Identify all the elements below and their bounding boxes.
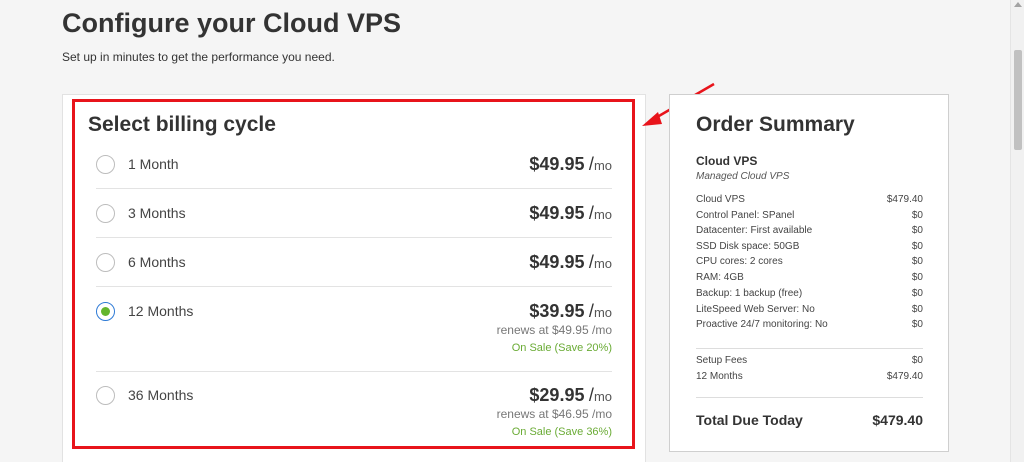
page-scrollbar[interactable]: [1010, 0, 1024, 462]
summary-row-label: CPU cores: 2 cores: [696, 256, 783, 267]
billing-option-36-months[interactable]: 36 Months $29.95 /mo renews at $46.95 /m…: [96, 385, 612, 441]
price-amount: $49.95: [529, 252, 585, 272]
summary-row-label: Cloud VPS: [696, 194, 745, 205]
summary-row-label: Control Panel: SPanel: [696, 210, 795, 221]
option-price: $39.95 /mo: [529, 301, 612, 322]
sale-badge: On Sale (Save 36%): [511, 426, 612, 438]
scroll-up-icon[interactable]: [1014, 2, 1022, 7]
option-price: $49.95 /mo: [529, 203, 612, 224]
billing-title: Select billing cycle: [88, 113, 276, 136]
option-divider: [96, 237, 612, 238]
summary-row-value: $479.40: [886, 194, 923, 205]
summary-divider: [696, 397, 923, 398]
total-due-label: Total Due Today: [696, 412, 803, 428]
option-price: $49.95 /mo: [529, 252, 612, 273]
summary-row-label: SSD Disk space: 50GB: [696, 241, 800, 252]
option-label: 1 Month: [128, 156, 179, 172]
billing-option-1-month[interactable]: 1 Month $49.95 /mo: [96, 154, 612, 174]
price-unit: mo: [593, 389, 612, 404]
summary-row-label: RAM: 4GB: [696, 272, 744, 283]
order-summary-title: Order Summary: [696, 113, 855, 136]
sale-badge: On Sale (Save 20%): [511, 342, 612, 354]
radio-3-months[interactable]: [96, 204, 115, 223]
summary-row-value: $479.40: [886, 371, 923, 382]
scroll-thumb[interactable]: [1014, 50, 1022, 150]
option-label: 6 Months: [128, 254, 186, 270]
summary-row-value: $0: [911, 319, 923, 330]
summary-row-label: 12 Months: [696, 371, 743, 382]
summary-row-label: Backup: 1 backup (free): [696, 288, 803, 299]
option-label: 3 Months: [128, 205, 186, 221]
price-unit: mo: [593, 158, 612, 173]
price-amount: $49.95: [529, 154, 585, 174]
price-unit: mo: [593, 256, 612, 271]
option-label: 12 Months: [128, 303, 194, 319]
summary-divider: [696, 348, 923, 349]
radio-12-months[interactable]: [96, 302, 115, 321]
option-divider: [96, 371, 612, 372]
summary-row-value: $0: [911, 272, 923, 283]
page-subtitle: Set up in minutes to get the performance…: [62, 50, 335, 64]
total-due-value: $479.40: [872, 412, 923, 428]
billing-option-3-months[interactable]: 3 Months $49.95 /mo: [96, 203, 612, 223]
price-amount: $49.95: [529, 203, 585, 223]
product-name: Cloud VPS: [696, 154, 758, 168]
summary-row-value: $0: [911, 355, 923, 366]
billing-option-6-months[interactable]: 6 Months $49.95 /mo: [96, 252, 612, 272]
option-price: $49.95 /mo: [529, 154, 612, 175]
summary-row-value: $0: [911, 241, 923, 252]
product-subtitle: Managed Cloud VPS: [696, 171, 790, 182]
summary-row-label: Datacenter: First available: [696, 225, 813, 236]
option-price: $29.95 /mo: [529, 385, 612, 406]
radio-6-months[interactable]: [96, 253, 115, 272]
price-amount: $39.95: [529, 301, 585, 321]
option-divider: [96, 188, 612, 189]
summary-row-label: Proactive 24/7 monitoring: No: [696, 319, 828, 330]
price-unit: mo: [593, 207, 612, 222]
summary-row-value: $0: [911, 256, 923, 267]
billing-option-12-months[interactable]: 12 Months $39.95 /mo renews at $49.95 /m…: [96, 301, 612, 357]
price-unit: mo: [593, 305, 612, 320]
renews-text: renews at $49.95 /mo: [496, 323, 612, 337]
summary-row-value: $0: [911, 288, 923, 299]
radio-36-months[interactable]: [96, 386, 115, 405]
summary-row-value: $0: [911, 210, 923, 221]
renews-text: renews at $46.95 /mo: [496, 407, 612, 421]
summary-row-value: $0: [911, 304, 923, 315]
radio-1-month[interactable]: [96, 155, 115, 174]
option-divider: [96, 286, 612, 287]
summary-row-label: LiteSpeed Web Server: No: [696, 304, 815, 315]
page-title: Configure your Cloud VPS: [62, 8, 402, 38]
summary-row-value: $0: [911, 225, 923, 236]
option-label: 36 Months: [128, 387, 194, 403]
summary-row-label: Setup Fees: [696, 355, 748, 366]
price-amount: $29.95: [529, 385, 585, 405]
